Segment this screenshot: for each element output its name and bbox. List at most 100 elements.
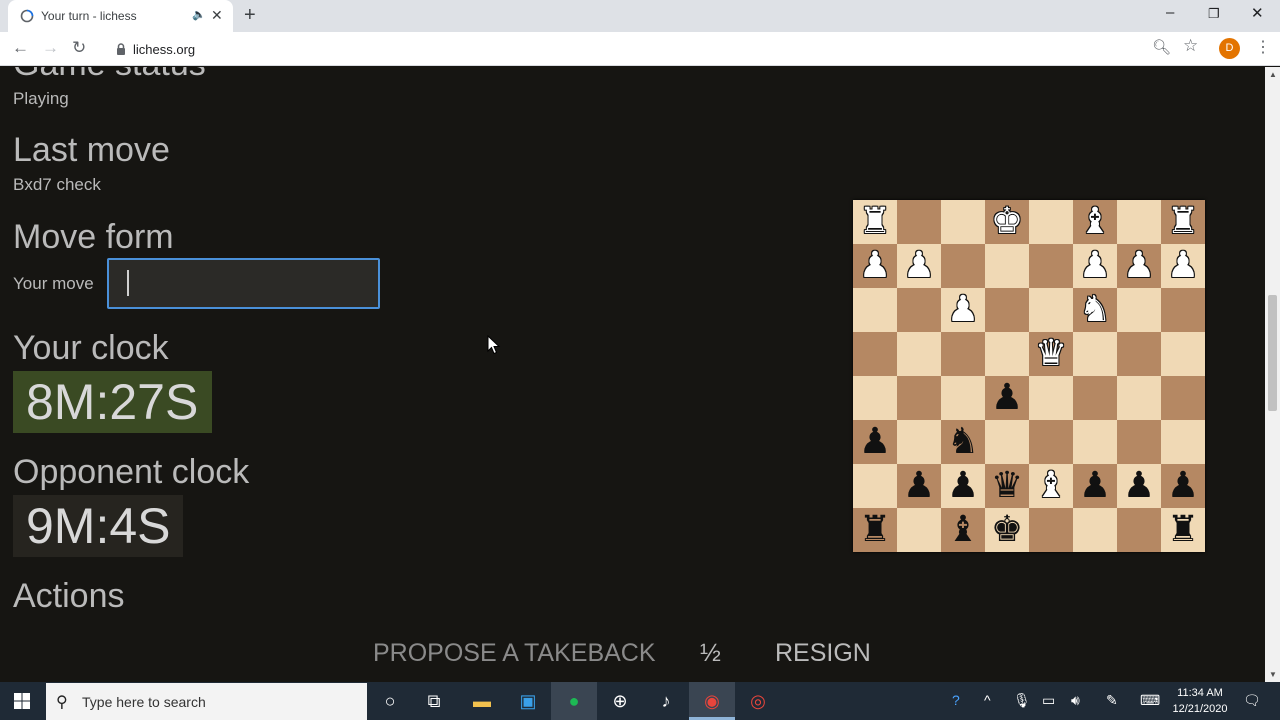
board-square[interactable]: ♟	[1073, 464, 1117, 508]
board-square[interactable]: ♝	[1073, 200, 1117, 244]
board-square[interactable]: ♟	[1117, 244, 1161, 288]
board-square[interactable]	[897, 376, 941, 420]
white-bishop-icon[interactable]: ♝	[1029, 464, 1073, 508]
zoom-icon[interactable]: 🔍︎	[1152, 38, 1171, 56]
music-app-icon[interactable]: ♪	[654, 689, 678, 713]
board-square[interactable]: ♟	[897, 244, 941, 288]
kebab-menu-icon[interactable]: ⋮	[1255, 37, 1271, 57]
board-square[interactable]	[985, 288, 1029, 332]
help-icon[interactable]: ?	[952, 692, 960, 708]
board-square[interactable]	[985, 420, 1029, 464]
white-queen-icon[interactable]: ♛	[1029, 332, 1073, 376]
close-window-button[interactable]: ✕	[1251, 4, 1264, 22]
board-square[interactable]	[897, 288, 941, 332]
page-scrollbar[interactable]: ▲ ▼	[1265, 67, 1280, 682]
board-square[interactable]: ♟	[1073, 244, 1117, 288]
back-arrow-icon[interactable]: ←	[12, 38, 29, 58]
black-pawn-icon[interactable]: ♟	[941, 464, 985, 508]
store-icon[interactable]: ▣	[516, 689, 540, 713]
board-square[interactable]	[941, 244, 985, 288]
board-square[interactable]: ♞	[1073, 288, 1117, 332]
close-tab-icon[interactable]: ✕	[211, 7, 223, 24]
board-square[interactable]	[1029, 376, 1073, 420]
black-king-icon[interactable]: ♚	[985, 508, 1029, 552]
white-pawn-icon[interactable]: ♟	[897, 244, 941, 288]
taskbar-search-box[interactable]: ⚲ Type here to search	[46, 683, 367, 720]
board-square[interactable]	[985, 244, 1029, 288]
white-bishop-icon[interactable]: ♝	[1073, 200, 1117, 244]
profile-avatar[interactable]: D	[1219, 38, 1240, 59]
board-square[interactable]	[941, 376, 985, 420]
board-square[interactable]	[1029, 508, 1073, 552]
board-square[interactable]: ♛	[1029, 332, 1073, 376]
windows-start-icon[interactable]	[14, 693, 30, 709]
white-pawn-icon[interactable]: ♟	[853, 244, 897, 288]
board-square[interactable]: ♝	[941, 508, 985, 552]
forward-arrow-icon[interactable]: →	[42, 38, 59, 58]
board-square[interactable]	[1117, 420, 1161, 464]
white-king-icon[interactable]: ♚	[985, 200, 1029, 244]
white-pawn-icon[interactable]: ♟	[1161, 244, 1205, 288]
board-square[interactable]: ♞	[941, 420, 985, 464]
browser-tab[interactable]: Your turn - lichess 🔈 ✕	[8, 0, 233, 32]
board-square[interactable]: ♟	[985, 376, 1029, 420]
black-queen-icon[interactable]: ♛	[985, 464, 1029, 508]
board-square[interactable]: ♟	[941, 288, 985, 332]
black-pawn-icon[interactable]: ♟	[1073, 464, 1117, 508]
cortana-icon[interactable]: ○	[378, 689, 402, 713]
board-square[interactable]	[1117, 508, 1161, 552]
board-square[interactable]: ♚	[985, 200, 1029, 244]
board-square[interactable]	[897, 200, 941, 244]
board-square[interactable]	[1161, 376, 1205, 420]
white-pawn-icon[interactable]: ♟	[941, 288, 985, 332]
address-bar[interactable]: lichess.org	[104, 36, 1174, 62]
new-tab-button[interactable]: +	[244, 4, 256, 27]
board-square[interactable]	[1117, 376, 1161, 420]
board-square[interactable]: ♜	[853, 508, 897, 552]
mute-tab-icon[interactable]: 🔈	[192, 8, 206, 21]
board-square[interactable]	[1117, 200, 1161, 244]
board-square[interactable]	[853, 332, 897, 376]
battery-icon[interactable]: ▭	[1042, 692, 1055, 709]
black-rook-icon[interactable]: ♜	[1161, 508, 1205, 552]
maximize-button[interactable]: ❐	[1208, 6, 1220, 22]
keyboard-icon[interactable]: ⌨	[1140, 692, 1160, 709]
board-square[interactable]	[897, 420, 941, 464]
white-pawn-icon[interactable]: ♟	[1073, 244, 1117, 288]
board-square[interactable]: ♟	[1161, 244, 1205, 288]
board-square[interactable]	[941, 332, 985, 376]
spotify-icon[interactable]: ●	[562, 689, 586, 713]
board-square[interactable]: ♛	[985, 464, 1029, 508]
board-square[interactable]: ♟	[853, 420, 897, 464]
board-square[interactable]	[1073, 420, 1117, 464]
board-square[interactable]: ♜	[1161, 508, 1205, 552]
black-pawn-icon[interactable]: ♟	[1161, 464, 1205, 508]
black-knight-icon[interactable]: ♞	[941, 420, 985, 464]
black-bishop-icon[interactable]: ♝	[941, 508, 985, 552]
screen-recorder-icon[interactable]: ◎	[746, 689, 770, 713]
black-pawn-icon[interactable]: ♟	[897, 464, 941, 508]
board-square[interactable]	[1029, 200, 1073, 244]
board-square[interactable]	[1073, 332, 1117, 376]
board-square[interactable]: ♜	[1161, 200, 1205, 244]
board-square[interactable]: ♟	[941, 464, 985, 508]
board-square[interactable]	[1073, 508, 1117, 552]
bookmark-star-icon[interactable]: ☆	[1183, 36, 1198, 56]
chess-board[interactable]: ♜ ♚ ♝ ♜ ♟ ♟ ♟ ♟ ♟ ♟ ♞ ♛ ♟ ♟ ♞ ♟ ♟ ♛ ♝ ♟ ♟ ♟ ♜ ♝ ♚ ♜	[853, 200, 1205, 552]
board-square[interactable]	[897, 508, 941, 552]
notification-icon[interactable]: 🗨︎	[1243, 692, 1261, 709]
file-explorer-icon[interactable]: ▬	[470, 689, 494, 713]
board-square[interactable]	[853, 376, 897, 420]
scroll-down-arrow-icon[interactable]: ▼	[1269, 670, 1277, 679]
board-square[interactable]	[1117, 332, 1161, 376]
board-square[interactable]	[1161, 288, 1205, 332]
black-pawn-icon[interactable]: ♟	[853, 420, 897, 464]
microphone-icon[interactable]: 🎙︎	[1013, 692, 1031, 709]
board-square[interactable]: ♟	[897, 464, 941, 508]
white-rook-icon[interactable]: ♜	[853, 200, 897, 244]
chrome-icon[interactable]: ◉	[700, 689, 724, 713]
move-input[interactable]	[107, 258, 380, 309]
board-square[interactable]	[1029, 420, 1073, 464]
task-view-icon[interactable]: ⧉	[422, 689, 446, 713]
scroll-up-arrow-icon[interactable]: ▲	[1269, 70, 1277, 79]
